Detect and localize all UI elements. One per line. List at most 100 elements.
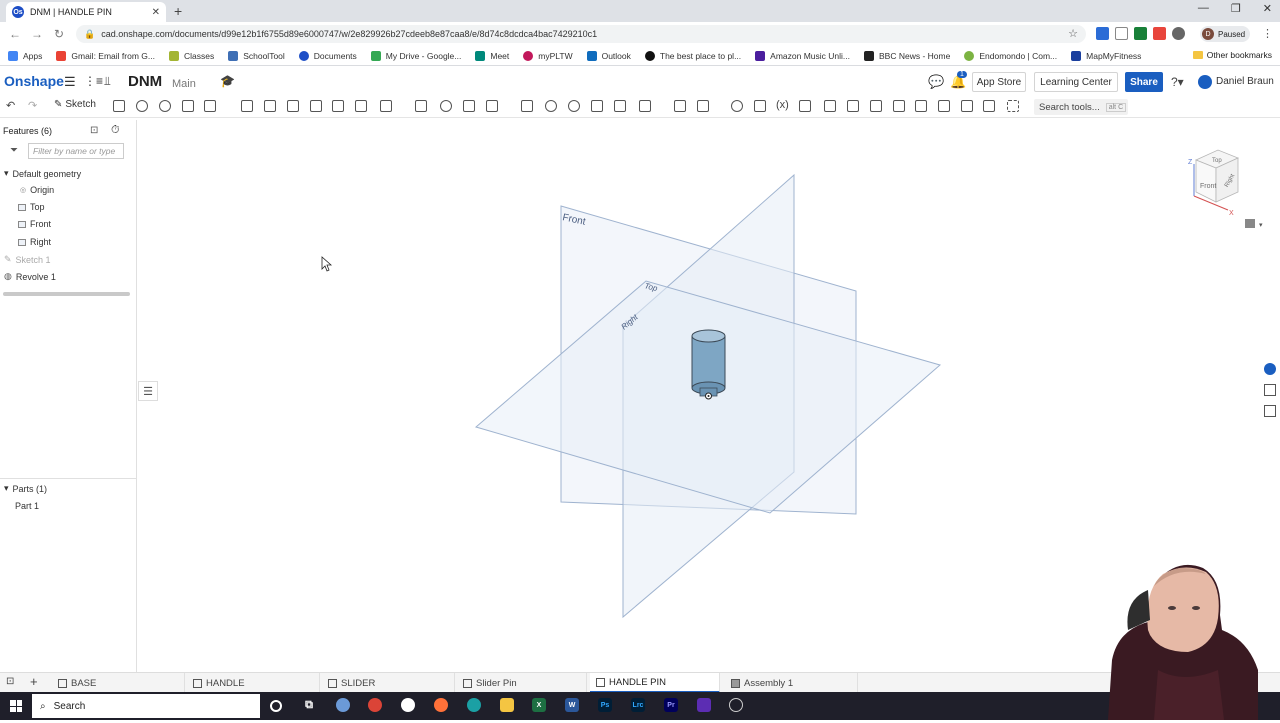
learning-center-button[interactable]: Learning Center — [1034, 72, 1118, 92]
user-name[interactable]: Daniel Braun — [1216, 76, 1274, 87]
custom-feature-tool-icon[interactable] — [915, 100, 927, 112]
thicken-tool-icon[interactable] — [591, 100, 603, 112]
extension-icon[interactable] — [1115, 27, 1128, 40]
user-avatar-icon[interactable] — [1198, 75, 1212, 89]
feature-tool-icon[interactable] — [983, 100, 995, 112]
close-window-icon[interactable]: ✕ — [1263, 2, 1272, 15]
weld-tool-icon[interactable] — [847, 100, 859, 112]
help-icon[interactable]: ?▾ — [1171, 75, 1184, 89]
offset-surface-tool-icon[interactable] — [568, 100, 580, 112]
tab-slider[interactable]: SLIDER — [322, 673, 455, 693]
document-name[interactable]: DNM — [128, 73, 162, 90]
undo-icon[interactable]: ↶ — [6, 99, 15, 112]
edge-icon[interactable] — [467, 698, 481, 712]
feature-tool-icon[interactable] — [961, 100, 973, 112]
restore-icon[interactable]: ❐ — [1231, 2, 1241, 15]
windows-start-icon[interactable] — [10, 700, 22, 712]
properties-icon[interactable]: ⫫ — [104, 74, 111, 89]
lightroom-icon[interactable]: Lrc — [631, 698, 645, 712]
tab-handle-pin[interactable]: HANDLE PIN — [590, 673, 720, 693]
add-custom-feature-icon[interactable] — [1007, 100, 1019, 112]
section-tool-icon[interactable] — [754, 100, 766, 112]
bookmark-item[interactable]: My Drive - Google... — [370, 50, 461, 61]
browser-menu-icon[interactable]: ⋮ — [1262, 27, 1273, 40]
feature-filter-input[interactable]: Filter by name or type — [28, 143, 124, 159]
app-icon[interactable] — [336, 698, 350, 712]
workspace-name[interactable]: Main — [172, 78, 196, 90]
puzzle-icon[interactable] — [1172, 27, 1185, 40]
bookmark-item[interactable]: MapMyFitness — [1071, 50, 1141, 61]
feature-sketch-1[interactable]: ✎ Sketch 1 — [4, 254, 51, 265]
feature-right-plane[interactable]: Right — [18, 237, 51, 247]
shell-tool-icon[interactable] — [332, 100, 344, 112]
frame-tool-icon[interactable] — [824, 100, 836, 112]
premiere-icon[interactable]: Pr — [664, 698, 678, 712]
cutlist-tool-icon[interactable] — [870, 100, 882, 112]
plane-tool-icon[interactable] — [113, 100, 125, 112]
excel-icon[interactable]: X — [532, 698, 546, 712]
minimize-icon[interactable]: — — [1198, 2, 1209, 15]
feature-revolve-1[interactable]: ◍ Revolve 1 — [4, 271, 56, 282]
bookmark-item[interactable]: The best place to pl... — [644, 50, 741, 61]
taskbar-search[interactable]: ⌕ Search — [32, 694, 260, 718]
reload-icon[interactable]: ↻ — [48, 27, 70, 41]
maps-icon[interactable] — [401, 698, 415, 712]
file-explorer-icon[interactable] — [500, 698, 514, 712]
boolean-tool-icon[interactable] — [440, 100, 452, 112]
feature-front-plane[interactable]: Front — [18, 219, 51, 229]
rib-tool-icon[interactable] — [310, 100, 322, 112]
extension-icon[interactable] — [1096, 27, 1109, 40]
bookmark-item[interactable]: SchoolTool — [228, 50, 285, 61]
default-geometry-folder[interactable]: ▾ Default geometry — [4, 168, 81, 179]
new-tab-button[interactable]: + — [174, 3, 182, 19]
tab-slider-pin[interactable]: Slider Pin — [457, 673, 587, 693]
curve-tool-icon[interactable] — [674, 100, 686, 112]
task-view-icon[interactable]: ⧉ — [302, 698, 316, 712]
helix-tool-icon[interactable] — [639, 100, 651, 112]
comments-icon[interactable]: 💬 — [928, 74, 944, 90]
close-tab-icon[interactable]: ✕ — [152, 7, 160, 18]
sketch-button[interactable]: ✎ Sketch — [54, 99, 96, 110]
tab-manager-icon[interactable]: ⊡ — [6, 676, 14, 687]
back-icon[interactable]: ← — [4, 27, 26, 41]
search-tools-input[interactable]: Search tools... alt C — [1034, 99, 1128, 115]
bookmark-item[interactable]: Amazon Music Unli... — [755, 50, 850, 61]
feature-script-tool-icon[interactable] — [938, 100, 950, 112]
hamburger-menu-icon[interactable]: ☰ — [64, 74, 76, 90]
sheet-metal-tool-icon[interactable] — [697, 100, 709, 112]
configurations-panel-icon[interactable] — [1264, 405, 1276, 417]
draft-tool-icon[interactable] — [287, 100, 299, 112]
filter-icon[interactable]: ⏷ — [10, 145, 18, 156]
learning-icon[interactable]: 🎓 — [220, 74, 235, 88]
browser-tab[interactable]: Os DNM | HANDLE PIN ✕ — [6, 2, 166, 22]
delete-part-tool-icon[interactable] — [521, 100, 533, 112]
variable-icon[interactable]: (x) — [776, 99, 789, 111]
modify-fillet-tool-icon[interactable] — [545, 100, 557, 112]
gusset-tool-icon[interactable] — [893, 100, 905, 112]
profile-button[interactable]: D Paused — [1200, 26, 1250, 42]
extension-icon[interactable] — [1153, 27, 1166, 40]
feature-origin[interactable]: ◎ Origin — [20, 185, 54, 195]
bookmark-item[interactable]: myPLTW — [523, 50, 573, 61]
rollback-timer-icon[interactable]: ⏱ — [111, 124, 120, 137]
firefox-icon[interactable] — [434, 698, 448, 712]
add-tab-button[interactable]: + — [30, 674, 38, 689]
other-bookmarks[interactable]: Other bookmarks — [1192, 50, 1272, 60]
configure-tool-icon[interactable] — [799, 100, 811, 112]
split-tool-icon[interactable] — [463, 100, 475, 112]
hole-tool-icon[interactable] — [355, 100, 367, 112]
loft-tool-icon[interactable] — [204, 100, 216, 112]
measure-tool-icon[interactable] — [731, 100, 743, 112]
enclose-tool-icon[interactable] — [614, 100, 626, 112]
bookmark-item[interactable]: Endomondo | Com... — [964, 50, 1057, 61]
sweep-tool-icon[interactable] — [182, 100, 194, 112]
tab-handle[interactable]: HANDLE — [187, 673, 320, 693]
bookmark-item[interactable]: Gmail: Email from G... — [56, 50, 155, 61]
bookmark-star-icon[interactable]: ☆ — [1068, 27, 1078, 40]
cortana-icon[interactable] — [270, 700, 282, 712]
pattern-tool-icon[interactable] — [380, 100, 392, 112]
photoshop-icon[interactable]: Ps — [598, 698, 612, 712]
bookmark-item[interactable]: Outlook — [586, 50, 631, 61]
onshape-logo[interactable]: Onshape — [4, 73, 64, 89]
transform-tool-icon[interactable] — [486, 100, 498, 112]
